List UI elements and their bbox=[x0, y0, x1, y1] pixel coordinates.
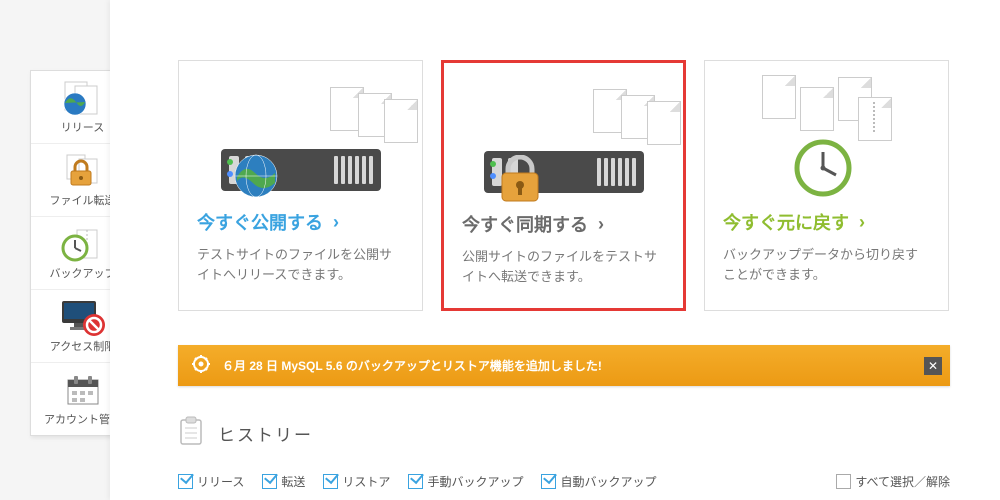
card-restore[interactable]: 今すぐ元に戻す › バックアップデータから切り戻すことができます。 bbox=[704, 60, 949, 311]
checkbox-icon bbox=[262, 474, 277, 489]
announcement-text: ６月 28 日 MySQL 5.6 のバックアップとリストア機能を追加しました! bbox=[222, 357, 602, 374]
filter-manual-backup[interactable]: 手動バックアップ bbox=[408, 473, 523, 490]
card-sync[interactable]: 今すぐ同期する › 公開サイトのファイルをテストサイトへ転送できます。 bbox=[441, 60, 686, 311]
filter-release[interactable]: リリース bbox=[178, 473, 244, 490]
gear-icon bbox=[192, 355, 210, 376]
card-title: 今すぐ公開する › bbox=[197, 209, 404, 235]
filter-label: リストア bbox=[342, 473, 390, 490]
checkbox-icon bbox=[408, 474, 423, 489]
history-heading: ヒストリー bbox=[178, 416, 950, 451]
filter-restore[interactable]: リストア bbox=[323, 473, 390, 490]
checkbox-icon bbox=[178, 474, 193, 489]
filter-label: 手動バックアップ bbox=[427, 473, 523, 490]
filter-label: すべて選択／解除 bbox=[855, 473, 950, 490]
filter-auto-backup[interactable]: 自動バックアップ bbox=[541, 473, 656, 490]
main-panel: 今すぐ公開する › テストサイトのファイルを公開サイトへリリースできます。 bbox=[110, 0, 1000, 500]
clipboard-icon bbox=[178, 416, 204, 451]
filter-transfer[interactable]: 転送 bbox=[262, 473, 305, 490]
card-publish[interactable]: 今すぐ公開する › テストサイトのファイルを公開サイトへリリースできます。 bbox=[178, 60, 423, 311]
checkbox-icon bbox=[541, 474, 556, 489]
restore-illustration bbox=[723, 79, 930, 191]
sync-illustration bbox=[462, 81, 665, 193]
globe-icon bbox=[233, 153, 279, 199]
action-cards-row: 今すぐ公開する › テストサイトのファイルを公開サイトへリリースできます。 bbox=[178, 60, 950, 311]
card-title: 今すぐ同期する › bbox=[462, 211, 665, 237]
history-title: ヒストリー bbox=[218, 421, 313, 446]
filter-label: 転送 bbox=[281, 473, 305, 490]
filter-label: 自動バックアップ bbox=[560, 473, 656, 490]
card-desc: 公開サイトのファイルをテストサイトへ転送できます。 bbox=[462, 247, 665, 286]
close-icon[interactable]: ✕ bbox=[924, 357, 942, 375]
card-title: 今すぐ元に戻す › bbox=[723, 209, 930, 235]
filter-select-all[interactable]: すべて選択／解除 bbox=[836, 473, 950, 490]
history-filters: リリース 転送 リストア 手動バックアップ 自動バックアップ すべて選択／解除 bbox=[178, 473, 950, 500]
checkbox-icon bbox=[836, 474, 851, 489]
filter-label: リリース bbox=[197, 473, 244, 490]
card-desc: バックアップデータから切り戻すことができます。 bbox=[723, 245, 930, 284]
chevron-right-icon: › bbox=[598, 214, 604, 235]
clock-icon bbox=[794, 139, 852, 197]
card-desc: テストサイトのファイルを公開サイトへリリースできます。 bbox=[197, 245, 404, 284]
publish-illustration bbox=[197, 79, 404, 191]
announcement-bar: ６月 28 日 MySQL 5.6 のバックアップとリストア機能を追加しました!… bbox=[178, 345, 950, 386]
chevron-right-icon: › bbox=[859, 212, 865, 233]
checkbox-icon bbox=[323, 474, 338, 489]
lock-icon bbox=[498, 155, 542, 203]
chevron-right-icon: › bbox=[333, 212, 339, 233]
